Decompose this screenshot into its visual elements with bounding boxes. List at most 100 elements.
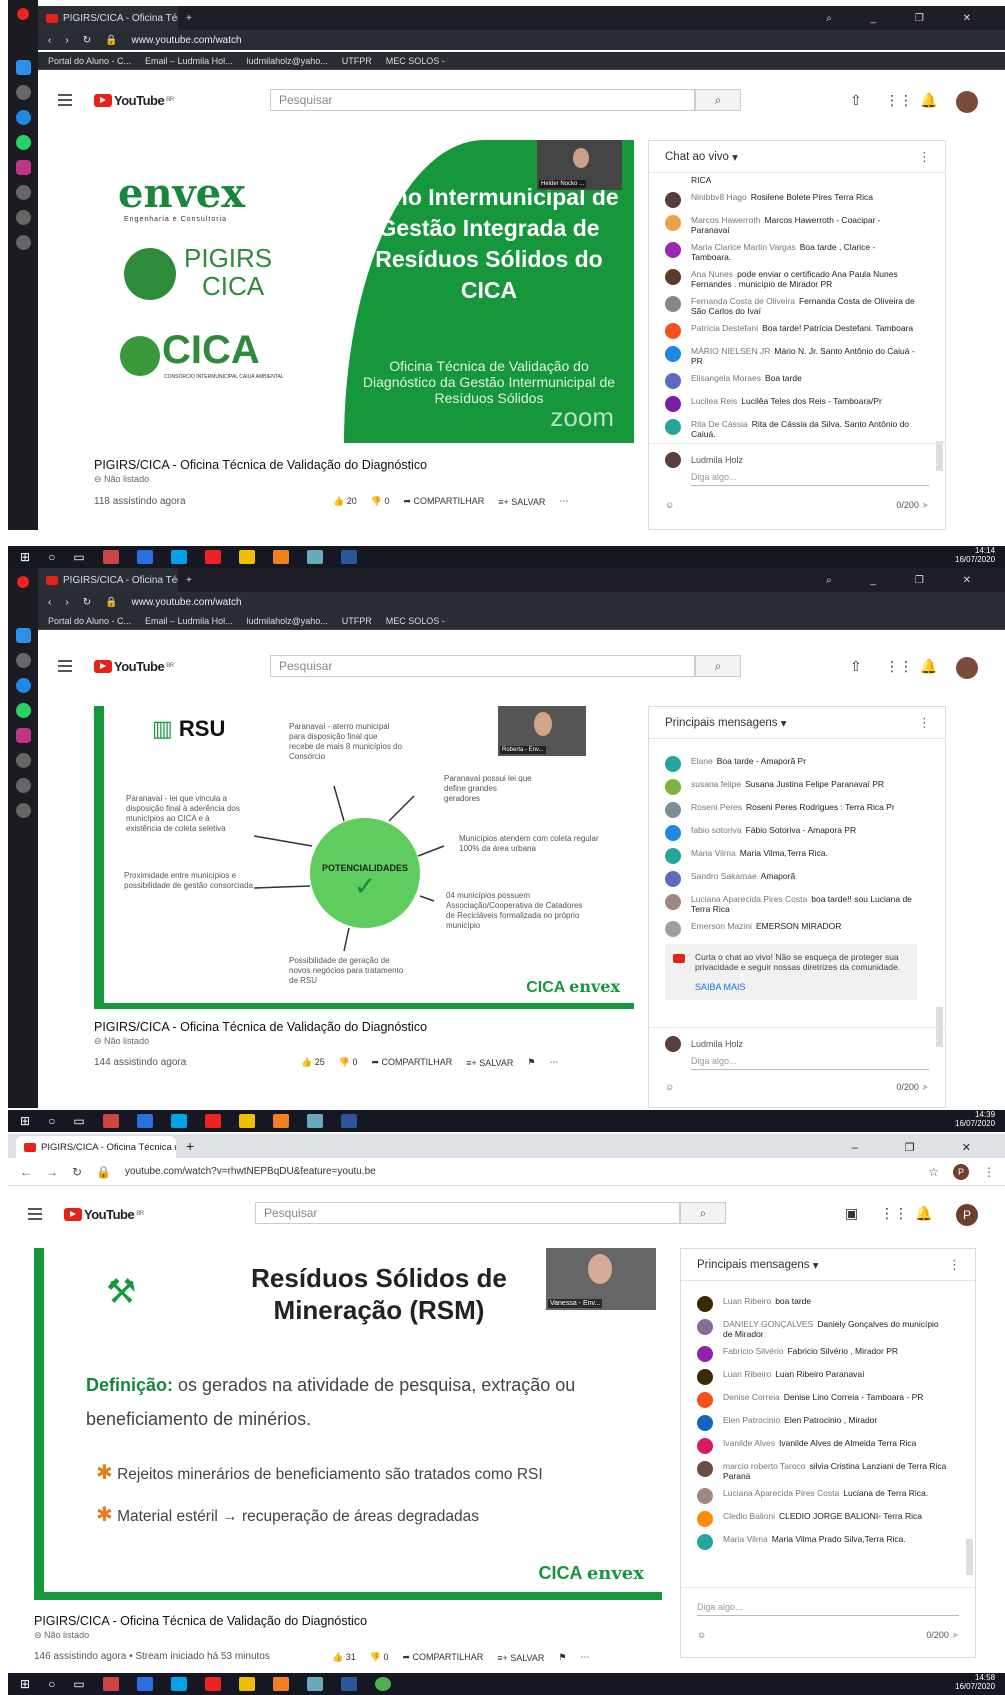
whatsapp-icon[interactable] [15,703,31,718]
home-icon[interactable] [15,628,31,643]
avatar[interactable] [956,91,978,113]
reload-icon[interactable]: ↻ [83,597,91,608]
address-bar[interactable]: ‹ › ↻ 🔒 www.youtube.com/watch [38,30,1005,50]
app-icon[interactable] [272,1677,289,1691]
clock-3[interactable]: 14:58 16/07/2020 [955,1673,995,1691]
word-icon[interactable] [340,1114,357,1128]
emoji-icon[interactable]: ☺ [697,1630,706,1641]
bookmark-star-icon[interactable]: ☆ [928,1165,939,1179]
menu-icon[interactable] [58,660,72,672]
dislike-button[interactable]: 👎 0 [371,496,390,507]
bookmark-utfpr[interactable]: UTFPR [342,616,372,626]
skype-icon[interactable] [170,1114,187,1128]
search-input[interactable]: Pesquisar [270,655,695,677]
share-button[interactable]: ➦ COMPARTILHAR [371,1057,452,1068]
back-icon[interactable]: ‹ [48,35,51,46]
back-icon[interactable]: ← [20,1165,32,1179]
save-button[interactable]: ≡+ SALVAR [466,1058,513,1068]
heart-icon[interactable] [15,753,31,768]
emoji-icon[interactable]: ☺ [665,500,674,511]
instagram-icon[interactable] [15,160,31,175]
skype-icon[interactable] [170,1677,187,1691]
chat-input[interactable]: Diga algo... [697,1602,959,1616]
bookmark-yahoo[interactable]: ludmilaholz@yaho... [247,616,328,626]
video-player[interactable]: ▥ RSU POTENCIALIDADES ✓ Paranavaí - ater… [94,706,634,1009]
search-button[interactable]: ⌕ [695,655,741,677]
search-button[interactable]: ⌕ [695,89,741,111]
browser-tab[interactable]: PIGIRS/CICA - Oficina Técnica de✕ [16,1136,176,1158]
apps-icon[interactable]: ⋮⋮ [885,658,913,675]
folder-icon[interactable] [238,1114,255,1128]
profile-icon[interactable]: P [953,1163,969,1180]
opera-taskbar-icon[interactable] [204,1114,221,1128]
chat-menu-icon[interactable]: ⋮ [918,715,931,731]
windows-start-icon[interactable]: ⊞ [20,550,30,564]
more-icon[interactable]: ⋯ [580,1652,589,1663]
save-button[interactable]: ≡+ SALVAR [497,1653,544,1663]
chat-input[interactable]: Diga algo... [691,1056,929,1070]
browser-tab[interactable]: PIGIRS/CICA - Oficina Técn✕ [38,568,178,592]
word-icon[interactable] [340,550,357,564]
messenger-icon[interactable] [15,110,31,125]
bookmark-yahoo[interactable]: ludmilaholz@yaho... [247,56,328,66]
clock-2[interactable]: 14:39 16/07/2020 [955,1110,995,1128]
app-icon[interactable] [102,1677,119,1691]
reload-icon[interactable]: ↻ [83,35,91,46]
bell-icon[interactable]: 🔔 [920,92,937,109]
chat-header[interactable]: Chat ao vivo ▾ ⋮ [649,141,945,173]
emoji-icon[interactable]: ☺ [665,1082,674,1093]
task-view-icon[interactable]: ▭ [73,1677,84,1691]
app-icon[interactable] [306,1677,323,1691]
app-icon[interactable] [136,1114,153,1128]
search-taskbar-icon[interactable]: ○ [48,550,55,564]
history-icon[interactable] [15,210,31,225]
like-button[interactable]: 👍 31 [332,1652,356,1663]
more-icon[interactable]: ⋯ [549,1057,558,1068]
youtube-logo[interactable]: YouTube BR [94,659,174,674]
home-icon[interactable] [15,60,31,75]
forward-icon[interactable]: › [65,597,68,608]
app-icon[interactable] [306,1114,323,1128]
send-icon[interactable]: ➤ [951,1630,959,1640]
star-icon[interactable] [15,653,31,668]
chat-input[interactable]: Diga algo... [691,472,929,486]
opera-taskbar-icon[interactable] [204,1677,221,1691]
new-tab-icon[interactable]: + [186,575,192,586]
like-button[interactable]: 👍 20 [333,496,357,507]
dislike-button[interactable]: 👎 0 [370,1652,389,1663]
app-icon[interactable] [102,550,119,564]
settings-icon[interactable] [15,235,31,250]
dislike-button[interactable]: 👎 0 [339,1057,358,1068]
forward-icon[interactable]: › [65,35,68,46]
reload-icon[interactable]: ↻ [72,1165,82,1179]
instagram-icon[interactable] [15,728,31,743]
opera-taskbar-icon[interactable] [204,550,221,564]
clock-1[interactable]: 14:14 16/07/2020 [955,546,995,564]
app-icon[interactable] [102,1114,119,1128]
task-view-icon[interactable]: ▭ [73,550,84,564]
bookmark-portal[interactable]: Portal do Aluno - C... [48,56,131,66]
whatsapp-icon[interactable] [15,135,31,150]
create-video-icon[interactable]: ▣ [845,1205,858,1222]
send-icon[interactable]: ➤ [921,1082,929,1092]
share-button[interactable]: ➦ COMPARTILHAR [403,496,484,507]
video-player[interactable]: envex Engenharia e Consultoria PIGIRS CIC… [94,140,634,443]
app-icon[interactable] [272,550,289,564]
upload-icon[interactable]: ⇧ [850,658,862,675]
bookmark-mec-solos[interactable]: MEC SOLOS - [386,56,445,66]
youtube-logo[interactable]: YouTube BR [64,1207,144,1222]
history-icon[interactable] [15,778,31,793]
chrome-icon[interactable] [374,1677,391,1691]
share-button[interactable]: ➦ COMPARTILHAR [402,1652,483,1663]
chat-menu-icon[interactable]: ⋮ [918,149,931,165]
search-input[interactable]: Pesquisar [255,1202,680,1224]
folder-icon[interactable] [238,1677,255,1691]
heart-icon[interactable] [15,185,31,200]
bell-icon[interactable]: 🔔 [920,658,937,675]
app-icon[interactable] [272,1114,289,1128]
more-menu-icon[interactable]: ⋮ [983,1165,995,1179]
search-taskbar-icon[interactable]: ○ [48,1114,55,1128]
settings-icon[interactable] [15,803,31,818]
search-taskbar-icon[interactable]: ○ [48,1677,55,1691]
opera-logo-icon[interactable] [17,8,29,20]
